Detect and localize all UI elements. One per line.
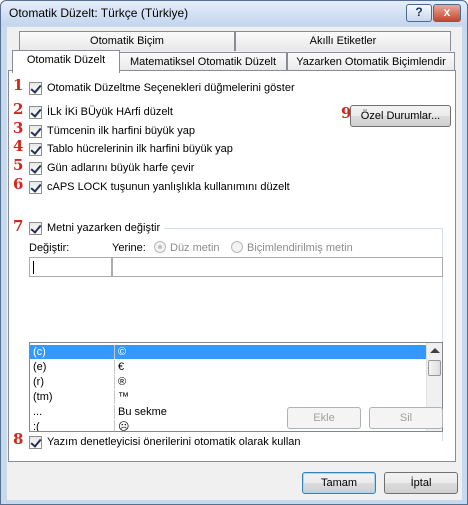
scroll-up-icon[interactable] — [430, 348, 440, 353]
dialog-window: Otomatik Düzelt: Türkçe (Türkiye) ? x Ot… — [0, 0, 468, 505]
caps-lock-label: cAPS LOCK tuşunun yanlışlıkla kullanımın… — [47, 181, 290, 193]
marker-2: 2 — [13, 100, 24, 118]
add-button[interactable]: Ekle — [287, 407, 361, 429]
show-buttons-option[interactable]: Otomatik Düzeltme Seçenekleri düğmelerin… — [29, 80, 295, 96]
formatted-text-radio[interactable] — [231, 241, 243, 253]
show-buttons-checkbox[interactable] — [29, 81, 42, 95]
cancel-button[interactable]: İptal — [384, 472, 458, 494]
plain-text-radio[interactable] — [154, 241, 166, 253]
plain-text-label: Düz metin — [170, 242, 220, 254]
list-item[interactable]: (e) € — [30, 360, 428, 374]
spell-suggestions-option[interactable]: Yazım denetleyicisi önerilerini otomatik… — [29, 434, 301, 450]
first-letter-sentence-option[interactable]: Tümcenin ilk harfini büyük yap — [29, 123, 195, 139]
text-cursor — [33, 261, 34, 274]
close-button[interactable]: x — [433, 4, 461, 22]
marker-5: 5 — [13, 156, 24, 174]
scroll-thumb[interactable] — [428, 360, 441, 376]
first-letter-sentence-checkbox[interactable] — [29, 124, 42, 138]
spell-suggestions-label: Yazım denetleyicisi önerilerini otomatik… — [47, 436, 301, 448]
first-letter-table-label: Tablo hücrelerinin ilk harfini büyük yap — [47, 143, 233, 155]
marker-6: 6 — [13, 175, 24, 193]
caps-lock-checkbox[interactable] — [29, 180, 42, 194]
replace-input[interactable] — [29, 257, 112, 277]
marker-8: 8 — [13, 430, 24, 448]
help-button[interactable]: ? — [406, 4, 432, 22]
caps-lock-option[interactable]: cAPS LOCK tuşunun yanlışlıkla kullanımın… — [29, 179, 290, 195]
exceptions-button[interactable]: Özel Durumlar... — [350, 105, 451, 127]
formatted-text-option[interactable]: Biçimlendirilmiş metin — [231, 241, 353, 254]
replace-label: Değiştir: — [29, 242, 70, 254]
tab-matematiksel-otomatik-duzelt[interactable]: Matematiksel Otomatik Düzelt — [119, 52, 287, 72]
marker-4: 4 — [13, 137, 24, 155]
with-label: Yerine: — [112, 242, 146, 254]
two-initials-label: İLk İKi BÜyük HArfi düzelt — [47, 106, 173, 118]
tab-otomatik-bicim[interactable]: Otomatik Biçim — [19, 31, 235, 51]
day-names-label: Gün adlarını büyük harfe çevir — [47, 162, 195, 174]
day-names-checkbox[interactable] — [29, 161, 42, 175]
first-letter-table-checkbox[interactable] — [29, 142, 42, 156]
list-item[interactable]: (r) ® — [30, 375, 428, 389]
autocorrect-panel: 1 2 3 4 5 6 7 8 9 Otomatik Düzeltme Seçe… — [8, 70, 456, 462]
tab-yazarken-otomatik-bicimlendir[interactable]: Yazarken Otomatik Biçimlendir — [287, 52, 455, 72]
replace-text-checkbox[interactable] — [29, 221, 42, 235]
plain-text-option[interactable]: Düz metin — [154, 241, 220, 254]
two-initials-option[interactable]: İLk İKi BÜyük HArfi düzelt — [29, 104, 173, 120]
marker-3: 3 — [13, 119, 24, 137]
delete-button[interactable]: Sil — [369, 407, 443, 429]
replace-text-option[interactable]: Metni yazarken değiştir — [29, 220, 165, 236]
window-title: Otomatik Düzelt: Türkçe (Türkiye) — [9, 6, 189, 20]
list-item[interactable]: (c) © — [30, 345, 428, 359]
replace-text-label: Metni yazarken değiştir — [47, 222, 161, 234]
spell-suggestions-checkbox[interactable] — [29, 435, 42, 449]
ok-button[interactable]: Tamam — [302, 472, 376, 494]
first-letter-table-option[interactable]: Tablo hücrelerinin ilk harfini büyük yap — [29, 141, 233, 157]
with-input[interactable] — [112, 257, 443, 277]
group-divider — [164, 228, 442, 229]
tab-akilli-etiketler[interactable]: Akıllı Etiketler — [235, 31, 451, 51]
list-item[interactable]: (tm) ™ — [30, 390, 428, 404]
marker-7: 7 — [13, 217, 24, 235]
tab-otomatik-duzelt[interactable]: Otomatik Düzelt — [12, 50, 120, 73]
day-names-option[interactable]: Gün adlarını büyük harfe çevir — [29, 160, 194, 176]
marker-1: 1 — [13, 76, 24, 94]
formatted-text-label: Biçimlendirilmiş metin — [247, 242, 353, 254]
first-letter-sentence-label: Tümcenin ilk harfini büyük yap — [47, 125, 195, 137]
two-initials-checkbox[interactable] — [29, 105, 42, 119]
title-bar[interactable]: Otomatik Düzelt: Türkçe (Türkiye) ? x — [1, 1, 467, 25]
show-buttons-label: Otomatik Düzeltme Seçenekleri düğmelerin… — [47, 82, 295, 94]
